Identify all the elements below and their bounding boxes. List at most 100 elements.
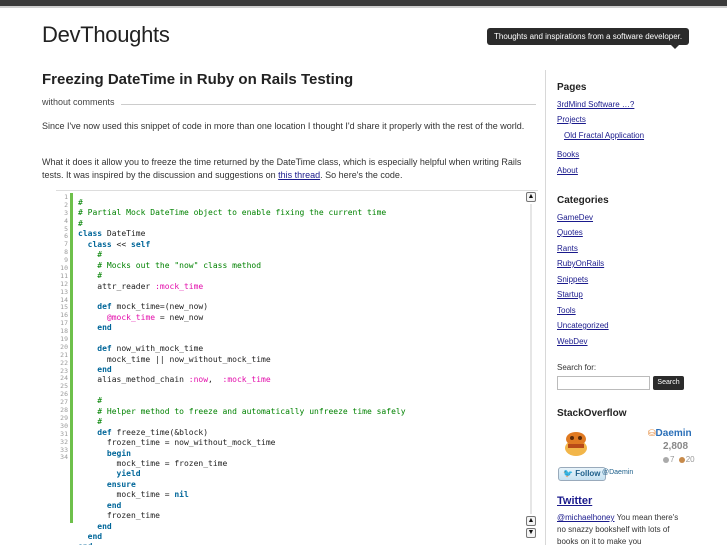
- code-token: #: [97, 417, 103, 427]
- top-bar: [0, 0, 727, 8]
- scroll-up-button[interactable]: ▲: [526, 192, 536, 202]
- sidebar-divider: [545, 70, 546, 545]
- code-token: DateTime: [102, 229, 146, 239]
- code-line: begin: [78, 449, 522, 459]
- category-tools[interactable]: Tools: [557, 306, 576, 315]
- code-line: # Helper method to freeze and automatica…: [78, 407, 522, 417]
- code-line: yield: [78, 469, 522, 479]
- twitter-follow-button[interactable]: 🐦 Follow: [558, 467, 606, 481]
- categories-heading: Categories: [557, 195, 609, 206]
- code-token: #: [78, 198, 83, 207]
- code-token: alias_method_chain: [78, 375, 189, 385]
- code-line: #: [78, 417, 522, 427]
- code-line: #: [78, 198, 522, 208]
- so-username: Daemin: [655, 428, 692, 439]
- twitter-heading[interactable]: Twitter: [557, 495, 592, 507]
- thread-link[interactable]: this thread: [278, 170, 320, 180]
- page-link-books[interactable]: Books: [557, 150, 579, 159]
- code-token: #: [97, 250, 103, 260]
- post-paragraph-1: Since I've now used this snippet of code…: [42, 121, 525, 131]
- page-link-old-fractal[interactable]: Old Fractal Application: [564, 131, 644, 140]
- code-token: class: [87, 239, 112, 249]
- category-rubyonrails[interactable]: RubyOnRails: [557, 259, 604, 268]
- silver-count: 7: [670, 455, 675, 464]
- code-token: :mock_time: [222, 375, 271, 385]
- code-line: class << self: [78, 240, 522, 250]
- code-token: <<: [111, 239, 131, 249]
- code-line: ensure: [78, 480, 522, 490]
- follow-label: Follow: [575, 469, 601, 478]
- tweet-mention[interactable]: @michaelhoney: [557, 513, 614, 522]
- code-line: def mock_time=(new_now): [78, 302, 522, 312]
- code-scrollbar[interactable]: ▲ ▲ ▼: [526, 192, 536, 538]
- code-token: begin: [106, 448, 131, 458]
- scroll-down-button-2[interactable]: ▼: [526, 528, 536, 538]
- code-token: # Mocks out the "now" class method: [97, 260, 262, 270]
- code-line: alias_method_chain :now, :mock_time: [78, 375, 522, 385]
- code-line: class DateTime: [78, 229, 522, 239]
- search-label: Search for:: [557, 363, 597, 372]
- scroll-down-button[interactable]: ▲: [526, 516, 536, 526]
- stackoverflow-heading: StackOverflow: [557, 408, 627, 419]
- code-line: end: [78, 501, 522, 511]
- code-line: end: [78, 365, 522, 375]
- site-title[interactable]: DevThoughts: [42, 22, 170, 48]
- code-block[interactable]: 1 2 3 4 5 6 7 8 9 10 11 12 13 14 15 16 17 18 19 20 21 22 23 24 2…: [56, 190, 538, 545]
- code-token: @mock_time: [106, 312, 156, 322]
- category-gamedev[interactable]: GameDev: [557, 213, 593, 222]
- gutter-bar: [70, 193, 73, 523]
- search-button[interactable]: Search: [653, 376, 684, 390]
- category-rants[interactable]: Rants: [557, 244, 578, 253]
- post-title[interactable]: Freezing DateTime in Ruby on Rails Testi…: [42, 71, 353, 88]
- code-token: mock_time || now_without_mock_time: [78, 354, 271, 364]
- stackoverflow-avatar-icon[interactable]: [561, 428, 591, 458]
- code-line: frozen_time: [78, 511, 522, 521]
- code-token: frozen_time: [78, 511, 160, 521]
- tweet-text: @michaelhoney You mean there's no snazzy…: [557, 512, 687, 545]
- tagline-badge: Thoughts and inspirations from a softwar…: [487, 28, 690, 49]
- code-token: now_with_mock_time: [111, 344, 204, 354]
- code-token: #: [97, 396, 103, 406]
- code-token: mock_time = frozen_time: [78, 458, 228, 468]
- code-line: mock_time = frozen_time: [78, 459, 522, 469]
- page-link-3rdmind[interactable]: 3rdMind Software …?: [557, 100, 634, 109]
- code-line: def now_with_mock_time: [78, 344, 522, 354]
- code-token: end: [97, 521, 112, 531]
- code-token: ensure: [106, 479, 136, 489]
- category-quotes[interactable]: Quotes: [557, 228, 583, 237]
- page-link-about[interactable]: About: [557, 166, 578, 175]
- code-token: :now: [188, 375, 209, 385]
- category-webdev[interactable]: WebDev: [557, 337, 588, 346]
- page-link-projects[interactable]: Projects: [557, 115, 586, 124]
- code-token: #: [78, 218, 83, 228]
- code-token: end: [87, 532, 103, 541]
- category-startup[interactable]: Startup: [557, 290, 583, 299]
- code-token: yield: [116, 469, 141, 479]
- category-snippets[interactable]: Snippets: [557, 275, 588, 284]
- code-token: class: [78, 229, 103, 239]
- so-flair-icon: ⛁: [648, 428, 656, 438]
- category-uncategorized[interactable]: Uncategorized: [557, 321, 609, 330]
- code-line: def freeze_time(&block): [78, 428, 522, 438]
- code-token: # Partial Mock DateTime object to enable…: [78, 208, 387, 218]
- scroll-track[interactable]: [530, 204, 532, 514]
- paragraph-text-end: . So here's the code.: [320, 170, 403, 180]
- code-token: # Helper method to freeze and automatica…: [97, 406, 406, 416]
- code-line: # Mocks out the "now" class method: [78, 261, 522, 271]
- code-line: #: [78, 271, 522, 281]
- meta-divider: [120, 104, 536, 105]
- search-input[interactable]: [557, 376, 650, 390]
- so-user-link[interactable]: ⛁Daemin: [648, 428, 692, 439]
- code-token: :mock_time: [155, 281, 204, 291]
- follow-handle[interactable]: @Daemin: [602, 469, 633, 476]
